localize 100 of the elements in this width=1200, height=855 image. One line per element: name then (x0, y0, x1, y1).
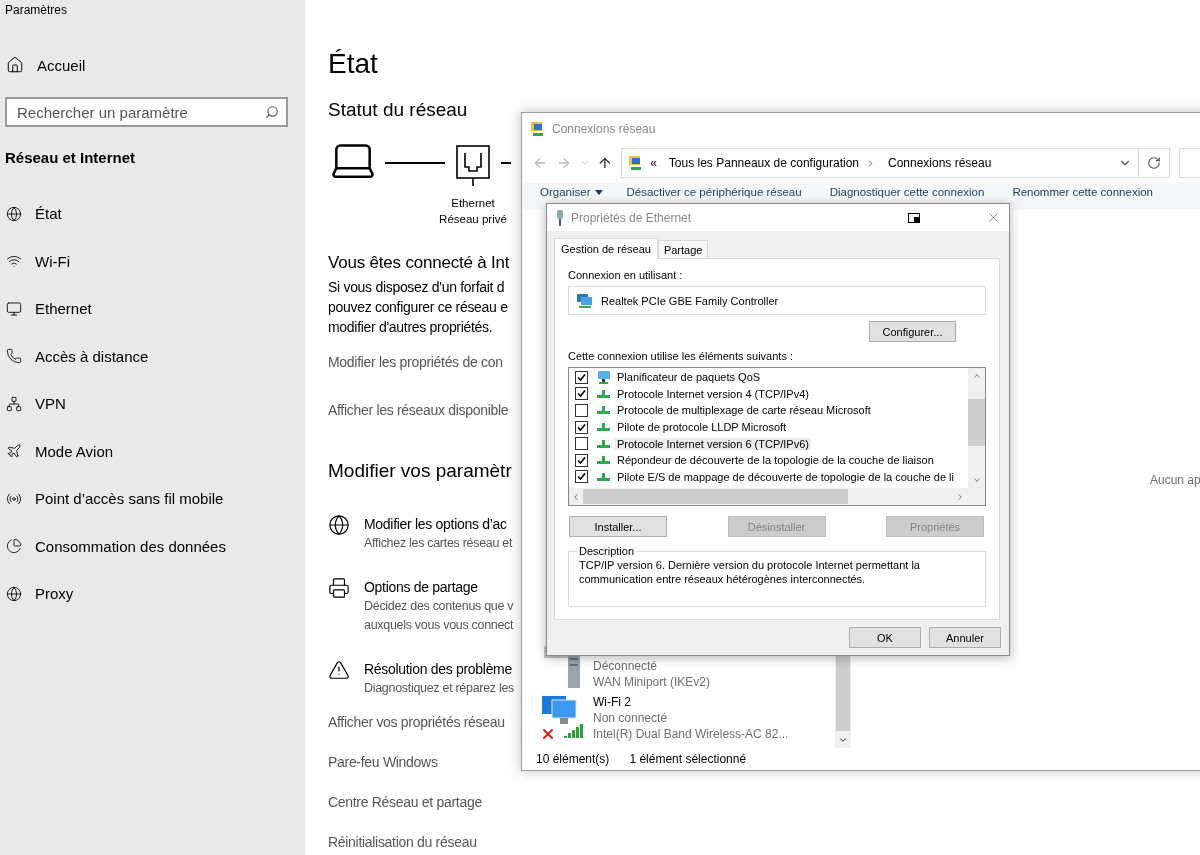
window-icon (908, 212, 920, 223)
settings-option[interactable]: Options de partage Décidez des contenus que v auxquels vous vous connect (328, 577, 514, 635)
network-label: Réseau privé (439, 212, 507, 227)
network-icon (596, 455, 611, 466)
scrollbar[interactable] (968, 368, 985, 488)
settings-link[interactable]: Centre Réseau et partage (328, 792, 482, 812)
component-item[interactable]: Pilote de protocole LLDP Microsoft (575, 418, 968, 436)
nav-item[interactable]: Point d’accès sans fil mobile (0, 475, 232, 523)
component-item[interactable]: Protocole Internet version 4 (TCP/IPv4) (575, 385, 968, 403)
checkbox[interactable] (575, 420, 588, 434)
option-description: Décidez des contenus que v (364, 598, 514, 615)
toolbar-button[interactable]: Désactiver ce périphérique réseau (626, 186, 802, 198)
network-icon (596, 471, 611, 482)
settings-option[interactable]: Résolution des problème Diagnostiquez et réparez les (328, 659, 515, 698)
description-text: TCP/IP version 6. Dernière version du protocole Internet permettant la communication entre réseaux hétérogènes interconnectés. (579, 558, 921, 586)
checkbox[interactable] (575, 470, 588, 484)
phone-icon (6, 348, 22, 365)
component-item[interactable]: Protocole de multiplexage de carte réseau Microsoft (575, 402, 968, 419)
status-text: modifier d'autres propriétés. (328, 318, 493, 337)
network-icon (596, 405, 611, 416)
settings-link[interactable]: Réinitialisation du réseau (328, 832, 477, 852)
home-link[interactable]: Accueil (0, 50, 94, 80)
network-adapter-icon (577, 293, 593, 308)
adapter-field: Realtek PCIe GBE Family Controller (568, 286, 986, 315)
status-text: 10 élément(s) (536, 752, 610, 766)
checkbox[interactable] (575, 453, 588, 467)
chevron-left-icon (571, 491, 581, 502)
section-heading: Modifier vos paramètr (328, 459, 512, 483)
component-item[interactable]: Répondeur de découverte de la topologie de la couche de liaison (575, 451, 968, 469)
toolbar-button[interactable]: Renommer cette connexion (1012, 186, 1153, 198)
dialog-title: Propriétés de Ethernet (571, 210, 692, 225)
nav-item[interactable]: Mode Avion (0, 427, 122, 475)
wifi-icon (6, 253, 22, 270)
nav-item[interactable]: Wi-Fi (0, 237, 78, 285)
checkbox[interactable] (575, 404, 588, 417)
refresh-icon (1147, 156, 1162, 170)
plug-icon (555, 209, 565, 226)
dialog-button[interactable]: OK (849, 627, 921, 648)
search-icon (265, 105, 279, 119)
network-icon (596, 438, 611, 449)
adapter-label: Ethernet (451, 196, 495, 211)
option-title: Options de partage (364, 578, 479, 597)
monitor-icon (596, 369, 611, 385)
nav-item[interactable]: Proxy (0, 570, 82, 618)
section-heading: Statut du réseau (328, 98, 468, 122)
toolbar-button[interactable]: Diagnostiquer cette connexion (829, 186, 985, 198)
checkbox[interactable] (575, 370, 588, 384)
status-text: Si vous disposez d'un forfait d (328, 278, 505, 297)
configure-button[interactable]: Configurer... (869, 321, 956, 342)
window-title: Paramètres (4, 2, 68, 17)
field-label: Connexion en utilisant : (568, 269, 684, 281)
toolbar-button[interactable]: Organiser (540, 186, 603, 198)
airplane-icon (6, 443, 22, 460)
search-field[interactable]: Rechercher un paramètre (5, 97, 288, 127)
monitor-icon (6, 300, 22, 317)
tab[interactable]: Partage (657, 240, 709, 259)
settings-link[interactable]: Afficher vos propriétés réseau (328, 712, 505, 732)
tab[interactable]: Gestion de réseau (554, 238, 658, 259)
component-item[interactable]: Protocole Internet version 6 (TCP/IPv6) (575, 435, 968, 452)
component-item[interactable]: Pilote E/S de mappage de découverte de topologie de la couche de li (575, 468, 968, 486)
option-title: Résolution des problème (364, 660, 513, 679)
status-heading: Vous êtes connecté à Int (328, 252, 510, 274)
window-title: Connexions réseau (552, 122, 656, 136)
signal-icon (564, 722, 584, 738)
address-bar[interactable]: « Tous les Panneaux de configuration Connexions réseau (621, 148, 1139, 178)
globe-icon (328, 514, 350, 536)
option-title: Modifier les options d’ac (364, 515, 508, 534)
nav-item[interactable]: Accès à distance (0, 332, 157, 380)
chevron-right-icon (955, 491, 965, 502)
ethernet-port-icon (456, 145, 490, 187)
close-icon[interactable] (986, 210, 1001, 225)
settings-link[interactable]: Afficher les réseaux disponible (328, 400, 509, 420)
caret-icon (594, 189, 603, 195)
network-icon (596, 388, 611, 399)
dialog-button[interactable]: Annuler (929, 627, 1001, 648)
group-label: Description (578, 545, 636, 557)
nav-item[interactable]: État (0, 190, 70, 238)
scrollbar-thumb[interactable] (836, 656, 850, 731)
checkbox[interactable] (575, 437, 588, 451)
option-description: auxquels vous vous connect (364, 617, 514, 634)
connection-text: Wi-Fi 2 Non connecté Intel(R) Dual Band Wireless-AC 82... (593, 694, 789, 742)
globe-icon (6, 585, 22, 602)
settings-link[interactable]: Modifier les propriétés de con (328, 352, 503, 372)
settings-link[interactable]: Pare-feu Windows (328, 752, 438, 772)
nav-item[interactable]: Consommation des données (0, 522, 234, 570)
checkbox[interactable] (575, 387, 588, 401)
component-item[interactable]: Planificateur de paquets QoS (575, 369, 968, 386)
warning-icon (328, 659, 350, 681)
refresh-button[interactable] (1137, 148, 1171, 178)
breadcrumb-item[interactable]: Tous les Panneaux de configuration (668, 156, 859, 170)
action-button[interactable]: Installer... (569, 516, 667, 537)
network-icon (596, 422, 611, 433)
breadcrumb-item[interactable]: Connexions réseau (888, 156, 992, 170)
home-icon (6, 56, 24, 74)
connection-item[interactable]: Wi-Fi 2 Non connecté Intel(R) Dual Band Wireless-AC 82... (540, 694, 835, 744)
nav-item[interactable]: VPN (0, 380, 74, 428)
nav-item[interactable]: Ethernet (0, 285, 100, 333)
scrollbar[interactable] (569, 488, 985, 505)
chevron-up-icon (971, 371, 982, 381)
settings-option[interactable]: Modifier les options d’ac Affichez les cartes réseau et (328, 514, 513, 553)
